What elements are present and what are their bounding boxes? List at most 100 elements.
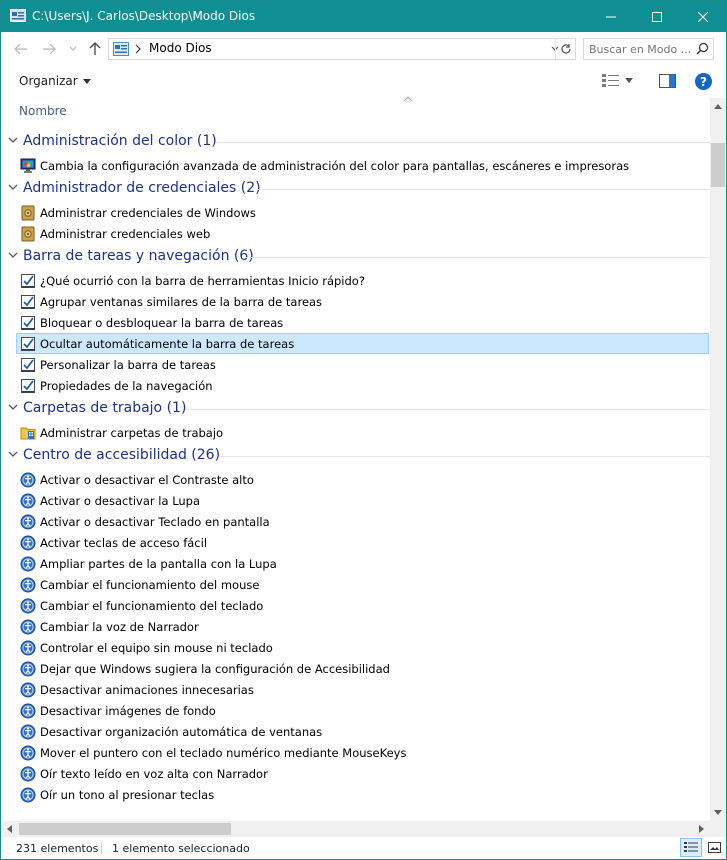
list-item[interactable]: Activar o desactivar la Lupa	[16, 490, 709, 511]
accessibility-icon	[20, 703, 36, 719]
chevron-down-icon[interactable]	[8, 451, 18, 458]
search-box[interactable]	[583, 38, 714, 60]
item-label: Ocultar automáticamente la barra de tare…	[40, 337, 295, 351]
accessibility-icon	[20, 724, 36, 740]
chevron-down-icon[interactable]	[8, 404, 18, 411]
item-label: Cambiar el funcionamiento del teclado	[40, 599, 264, 613]
group-header[interactable]: Centro de accesibilidad (26)	[1, 443, 710, 469]
chevron-down-icon[interactable]	[8, 252, 18, 259]
list-item-selected[interactable]: Ocultar automáticamente la barra de tare…	[16, 333, 709, 354]
list-item[interactable]: Desactivar organización automática de ve…	[16, 721, 709, 742]
item-label: Administrar credenciales web	[40, 227, 211, 241]
group-header[interactable]: Administración del color (1)	[1, 129, 710, 155]
accessibility-icon	[20, 598, 36, 614]
group-label: Carpetas de trabajo (1)	[23, 400, 187, 416]
chevron-down-icon[interactable]	[8, 137, 18, 144]
group-header[interactable]: Barra de tareas y navegación (6)	[1, 244, 710, 270]
help-button[interactable]: ?	[695, 73, 712, 90]
address-bar[interactable]: Modo Dios	[108, 38, 576, 60]
change-view-button[interactable]	[602, 74, 633, 87]
group-divider	[217, 142, 710, 143]
caret-down-icon	[625, 78, 633, 83]
recent-locations-button[interactable]	[63, 39, 83, 59]
list-item[interactable]: Cambia la configuración avanzada de admi…	[16, 155, 709, 176]
list-item[interactable]: Activar teclas de acceso fácil	[16, 532, 709, 553]
horizontal-scroll-thumb[interactable]	[19, 823, 231, 835]
item-label: Dejar que Windows sugiera la configuraci…	[40, 662, 390, 676]
item-label: Desactivar imágenes de fondo	[40, 704, 216, 718]
status-bar: 231 elementos 1 elemento seleccionado	[1, 837, 726, 859]
search-input[interactable]	[589, 40, 701, 58]
list-item[interactable]: Administrar credenciales de Windows	[16, 202, 709, 223]
scroll-left-button[interactable]	[1, 821, 18, 837]
group-header[interactable]: Administrador de credenciales (2)	[1, 176, 710, 202]
list-item[interactable]: Oír texto leído en voz alta con Narrador	[16, 763, 709, 784]
refresh-icon	[560, 44, 571, 54]
search-icon[interactable]	[696, 42, 709, 55]
list-item[interactable]: Activar o desactivar el Contraste alto	[16, 469, 709, 490]
close-button[interactable]	[680, 1, 726, 32]
group-label: Barra de tareas y navegación (6)	[23, 248, 254, 264]
sort-ascending-icon	[403, 96, 413, 102]
item-label: Ampliar partes de la pantalla con la Lup…	[40, 557, 277, 571]
list-item[interactable]: Cambiar el funcionamiento del mouse	[16, 574, 709, 595]
accessibility-icon	[20, 535, 36, 551]
list-item[interactable]: Personalizar la barra de tareas	[16, 354, 709, 375]
refresh-button[interactable]	[555, 39, 575, 59]
list-item[interactable]: Activar o desactivar Teclado en pantalla	[16, 511, 709, 532]
list-item[interactable]: Bloquear o desbloquear la barra de tarea…	[16, 312, 709, 333]
minimize-button[interactable]	[588, 1, 634, 32]
item-label: Desactivar organización automática de ve…	[40, 725, 323, 739]
list-item[interactable]: Ampliar partes de la pantalla con la Lup…	[16, 553, 709, 574]
arrow-right-icon	[43, 43, 56, 55]
list-item[interactable]: Cambiar el funcionamiento del teclado	[16, 595, 709, 616]
maximize-icon	[652, 11, 662, 22]
up-button[interactable]	[85, 39, 105, 59]
back-button[interactable]	[11, 39, 31, 59]
scroll-right-button[interactable]	[693, 821, 710, 837]
chevron-down-icon[interactable]	[8, 184, 18, 191]
item-label: Activar o desactivar la Lupa	[40, 494, 201, 508]
minimize-icon	[606, 16, 616, 17]
accessibility-icon	[20, 619, 36, 635]
horizontal-scrollbar[interactable]	[1, 821, 710, 837]
list-item[interactable]: Propiedades de la navegación	[16, 375, 709, 396]
forward-button[interactable]	[39, 39, 59, 59]
list-item[interactable]: Dejar que Windows sugiera la configuraci…	[16, 658, 709, 679]
list-item[interactable]: Administrar carpetas de trabajo	[16, 422, 709, 443]
control-panel-folder-icon	[113, 42, 129, 56]
maximize-button[interactable]	[634, 1, 680, 32]
list-item[interactable]: Agrupar ventanas similares de la barra d…	[16, 291, 709, 312]
item-label: Desactivar animaciones innecesarias	[40, 683, 254, 697]
column-name[interactable]: Nombre	[19, 104, 67, 118]
item-label: Propiedades de la navegación	[40, 379, 213, 393]
list-item[interactable]: Controlar el equipo sin mouse ni teclado	[16, 637, 709, 658]
list-item[interactable]: Oír un tono al presionar teclas	[16, 784, 709, 805]
list-item[interactable]: Desactivar animaciones innecesarias	[16, 679, 709, 700]
organize-button[interactable]: Organizar	[19, 74, 91, 88]
scrollbar-corner	[710, 821, 726, 837]
list-item[interactable]: Mover el puntero con el teclado numérico…	[16, 742, 709, 763]
scroll-down-button[interactable]	[710, 804, 726, 821]
accessibility-icon	[20, 766, 36, 782]
taskbar-checklist-icon	[21, 358, 35, 372]
list-item[interactable]: Desactivar imágenes de fondo	[16, 700, 709, 721]
breadcrumb[interactable]: Modo Dios	[149, 41, 212, 55]
title-bar[interactable]: C:\Users\J. Carlos\Desktop\Modo Dios	[1, 1, 726, 32]
item-label: Agrupar ventanas similares de la barra d…	[40, 295, 323, 309]
control-panel-folder-icon	[10, 9, 26, 22]
details-view-button[interactable]	[680, 838, 702, 857]
group-header[interactable]: Carpetas de trabajo (1)	[1, 396, 710, 422]
chevron-right-icon[interactable]	[134, 42, 142, 56]
vertical-scroll-thumb[interactable]	[711, 143, 725, 187]
accessibility-icon	[20, 493, 36, 509]
vertical-scrollbar[interactable]	[710, 98, 726, 821]
list-item[interactable]: Administrar credenciales web	[16, 223, 709, 244]
caret-down-icon	[714, 810, 722, 815]
scroll-up-button[interactable]	[710, 98, 726, 115]
list-item[interactable]: Cambiar la voz de Narrador	[16, 616, 709, 637]
large-icons-view-button[interactable]	[704, 838, 724, 857]
column-header[interactable]: Nombre	[1, 96, 710, 124]
list-item[interactable]: ¿Qué ocurrió con la barra de herramienta…	[16, 270, 709, 291]
preview-pane-button[interactable]	[659, 74, 676, 91]
